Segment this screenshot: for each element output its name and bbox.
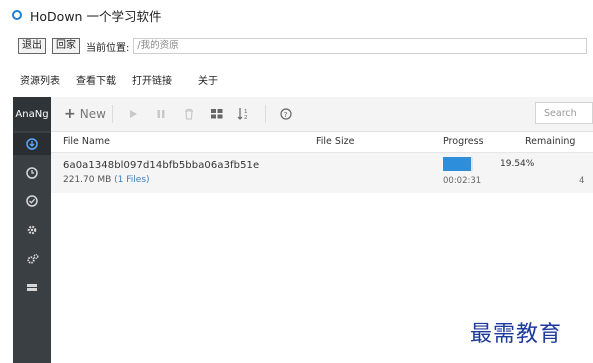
sort-icon: 12 xyxy=(237,108,248,121)
new-task-button[interactable]: + New xyxy=(64,106,106,122)
table-header: File Name File Size Progress Remaining xyxy=(51,132,593,153)
table-row[interactable]: 6a0a1348bl097d14bfb5bba06a3fb51e 221.70 … xyxy=(51,153,593,193)
task-file-name: 6a0a1348bl097d14bfb5bba06a3fb51e xyxy=(63,160,260,171)
gears-icon xyxy=(26,254,38,264)
server-icon xyxy=(27,284,37,291)
title-bar: HoDown 一个学习软件 xyxy=(0,0,593,30)
toolbar: + New 12 ? Search xyxy=(51,97,593,132)
window-title: HoDown 一个学习软件 xyxy=(30,8,162,24)
svg-text:?: ? xyxy=(284,111,288,119)
clock-icon xyxy=(26,167,38,179)
sort-button[interactable]: 12 xyxy=(235,104,255,124)
task-size: 221.70 MB xyxy=(63,175,112,185)
menu-item-resource-list[interactable]: 资源列表 xyxy=(20,72,60,87)
progress-bar xyxy=(443,157,473,171)
search-input[interactable]: Search xyxy=(535,102,593,124)
trash-icon xyxy=(184,108,193,120)
display-mode-button[interactable] xyxy=(207,104,227,124)
progress-percent: 19.54% xyxy=(500,159,535,169)
task-elapsed-time: 00:02:31 xyxy=(443,176,482,186)
sidebar-item-waiting[interactable] xyxy=(13,162,51,184)
pause-icon xyxy=(157,110,165,118)
location-label: 当前位置: xyxy=(86,42,130,54)
column-remaining[interactable]: Remaining xyxy=(525,136,575,147)
grid-icon xyxy=(210,109,223,119)
question-icon: ? xyxy=(280,108,292,120)
sidebar: AnaNg xyxy=(13,97,51,363)
task-size-info: 221.70 MB (1 Files) xyxy=(63,175,150,185)
sidebar-item-completed[interactable] xyxy=(13,190,51,212)
menu-item-about[interactable]: 关于 xyxy=(198,72,218,87)
sidebar-item-advanced-settings[interactable] xyxy=(13,248,51,270)
task-remaining: 4 xyxy=(579,176,585,186)
progress-fill xyxy=(443,157,472,171)
plus-icon: + xyxy=(64,106,76,122)
delete-button[interactable] xyxy=(179,104,199,124)
column-progress[interactable]: Progress xyxy=(443,136,484,147)
menu-item-open-link[interactable]: 打开链接 xyxy=(132,72,172,87)
home-button[interactable]: 回家 xyxy=(52,38,80,54)
sidebar-brand: AnaNg xyxy=(13,97,51,131)
location-path-input[interactable]: /我的资原 xyxy=(133,38,588,54)
svg-text:2: 2 xyxy=(244,115,248,121)
exit-button[interactable]: 退出 xyxy=(18,38,46,54)
toolbar-divider xyxy=(264,105,266,123)
sidebar-item-server[interactable] xyxy=(13,277,51,299)
sidebar-item-downloading[interactable] xyxy=(13,133,51,155)
menu-item-view-downloads[interactable]: 查看下载 xyxy=(76,72,116,87)
help-button[interactable]: ? xyxy=(276,104,296,124)
start-button[interactable] xyxy=(123,104,143,124)
sidebar-item-settings[interactable] xyxy=(13,219,51,241)
app-logo-icon xyxy=(12,10,22,20)
task-files-count[interactable]: (1 Files) xyxy=(114,175,149,185)
gear-icon xyxy=(27,225,37,235)
address-bar: 退出 回家 当前位置: /我的资原 xyxy=(0,36,593,56)
column-file-name[interactable]: File Name xyxy=(63,136,110,147)
menu-bar: 资源列表 查看下载 打开链接 关于 xyxy=(0,70,593,88)
toolbar-divider xyxy=(111,105,113,123)
new-label: New xyxy=(79,107,106,121)
download-icon xyxy=(26,138,38,150)
watermark: 最需教育 xyxy=(470,322,563,347)
pause-button[interactable] xyxy=(151,104,171,124)
check-circle-icon xyxy=(26,195,38,207)
play-icon xyxy=(129,110,137,118)
column-file-size[interactable]: File Size xyxy=(316,136,354,147)
